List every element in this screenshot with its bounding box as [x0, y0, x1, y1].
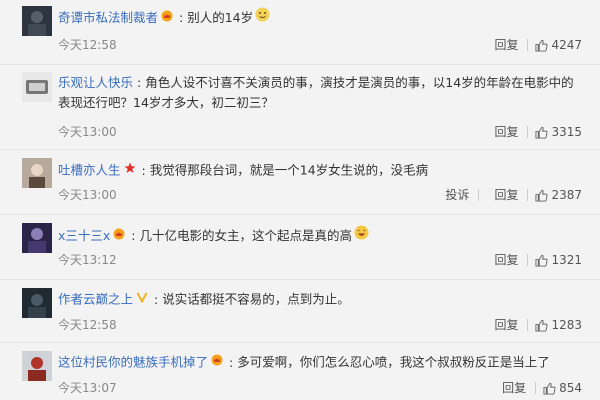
comment-actions: 投诉 回复 2387 — [437, 187, 582, 203]
divider — [527, 254, 529, 266]
thumbs-up-icon — [535, 254, 549, 267]
like-count: 1321 — [551, 253, 582, 267]
doge-emoji-icon — [255, 7, 270, 28]
comment-text: 我觉得那段台词，就是一个14岁女生说的，没毛病 — [149, 162, 429, 178]
divider — [527, 39, 529, 51]
like-button[interactable]: 854 — [543, 380, 582, 396]
comment-item: 奇谭市私法制裁者: 别人的14岁 今天12:58 回复 4247 — [0, 0, 600, 65]
like-button[interactable]: 3315 — [535, 124, 582, 140]
comment-time: 今天13:12 — [58, 253, 117, 267]
comment-time: 今天12:58 — [58, 318, 117, 332]
comment-actions: 回复 854 — [494, 380, 582, 396]
comment-actions: 回复 4247 — [486, 37, 582, 53]
like-count: 3315 — [551, 125, 582, 139]
like-button[interactable]: 1283 — [535, 317, 582, 333]
avatar[interactable] — [22, 288, 52, 318]
comment-time: 今天13:00 — [58, 188, 117, 202]
thumbs-up-icon — [543, 382, 556, 395]
comment-time: 今天12:58 — [58, 38, 117, 52]
like-button[interactable]: 2387 — [535, 187, 582, 203]
divider — [527, 189, 529, 201]
reply-button[interactable]: 回复 — [494, 317, 518, 333]
comment-text: 别人的14岁 — [187, 10, 254, 25]
thumbs-up-icon — [535, 126, 549, 139]
comment-item: 作者云巅之上: 说实话都挺不容易的，点到为止。 今天12:58 回复 1283 — [0, 280, 600, 343]
comment-item: 吐槽亦人生: 我觉得那段台词，就是一个14岁女生说的，没毛病 今天13:00 投诉… — [0, 150, 600, 215]
divider — [535, 382, 537, 394]
comment-line: 作者云巅之上: 说实话都挺不容易的，点到为止。 — [58, 289, 590, 311]
reply-button[interactable]: 回复 — [494, 187, 518, 203]
comment-item: x三十三x: 几十亿电影的女主，这个起点是真的高 今天13:12 回复 1321 — [0, 215, 600, 280]
reply-button[interactable]: 回复 — [502, 380, 526, 396]
comment-actions: 回复 1283 — [486, 317, 582, 333]
reply-button[interactable]: 回复 — [494, 37, 518, 53]
divider — [478, 189, 480, 201]
comment-item: 这位村民你的魅族手机掉了: 多可爱啊，你们怎么忍心喷，我这个叔叔粉反正是当上了 今… — [0, 343, 600, 400]
comment-text: 角色人设不讨喜不关演员的事，演技才是演员的事，以14岁的年龄在电影中的表现还行吧… — [58, 75, 574, 110]
like-count: 2387 — [551, 188, 582, 202]
comment-time: 今天13:00 — [58, 125, 117, 139]
username[interactable]: 作者云巅之上 — [58, 292, 133, 307]
comment-line: 奇谭市私法制裁者: 别人的14岁 — [58, 7, 590, 30]
report-button[interactable]: 投诉 — [445, 187, 469, 203]
username[interactable]: 奇谭市私法制裁者 — [58, 10, 158, 25]
divider — [527, 126, 529, 138]
comment-text: 说实话都挺不容易的，点到为止。 — [162, 291, 350, 307]
username[interactable]: 这位村民你的魅族手机掉了 — [58, 355, 208, 370]
like-count: 1283 — [551, 318, 582, 332]
comment-item: 乐观让人快乐: 角色人设不讨喜不关演员的事，演技才是演员的事，以14岁的年龄在电影… — [0, 65, 600, 150]
avatar[interactable] — [22, 223, 52, 253]
vip-crown-icon — [211, 352, 223, 372]
comment-text: 几十亿电影的女主，这个起点是真的高 — [139, 228, 353, 243]
v-verified-icon — [136, 289, 148, 309]
avatar[interactable] — [22, 72, 52, 102]
thumbs-up-icon — [535, 39, 549, 52]
like-button[interactable]: 1321 — [535, 252, 582, 268]
avatar[interactable] — [22, 6, 52, 36]
avatar[interactable] — [22, 158, 52, 188]
comment-time: 今天13:07 — [58, 381, 117, 395]
reply-button[interactable]: 回复 — [494, 124, 518, 140]
comment-text: 多可爱啊，你们怎么忍心喷，我这个叔叔粉反正是当上了 — [237, 354, 550, 370]
like-count: 4247 — [551, 38, 582, 52]
reply-button[interactable]: 回复 — [494, 252, 518, 268]
like-button[interactable]: 4247 — [535, 37, 582, 53]
avatar[interactable] — [22, 351, 52, 381]
like-count: 854 — [559, 381, 582, 395]
laughing-emoji-icon — [354, 225, 369, 246]
red-star-icon — [124, 160, 136, 180]
vip-crown-icon — [113, 226, 125, 246]
comment-line: 这位村民你的魅族手机掉了: 多可爱啊，你们怎么忍心喷，我这个叔叔粉反正是当上了 — [58, 352, 590, 374]
comment-line: x三十三x: 几十亿电影的女主，这个起点是真的高 — [58, 225, 590, 248]
comment-line: 吐槽亦人生: 我觉得那段台词，就是一个14岁女生说的，没毛病 — [58, 160, 590, 182]
divider — [527, 319, 529, 331]
thumbs-up-icon — [535, 189, 549, 202]
username[interactable]: 吐槽亦人生 — [58, 163, 121, 178]
comment-actions: 回复 3315 — [486, 124, 582, 140]
vip-crown-icon — [161, 8, 173, 28]
comment-actions: 回复 1321 — [486, 252, 582, 268]
username[interactable]: x三十三x — [58, 228, 110, 243]
comment-line: 乐观让人快乐: 角色人设不讨喜不关演员的事，演技才是演员的事，以14岁的年龄在电影… — [58, 75, 574, 110]
thumbs-up-icon — [535, 319, 549, 332]
username[interactable]: 乐观让人快乐 — [58, 75, 133, 90]
